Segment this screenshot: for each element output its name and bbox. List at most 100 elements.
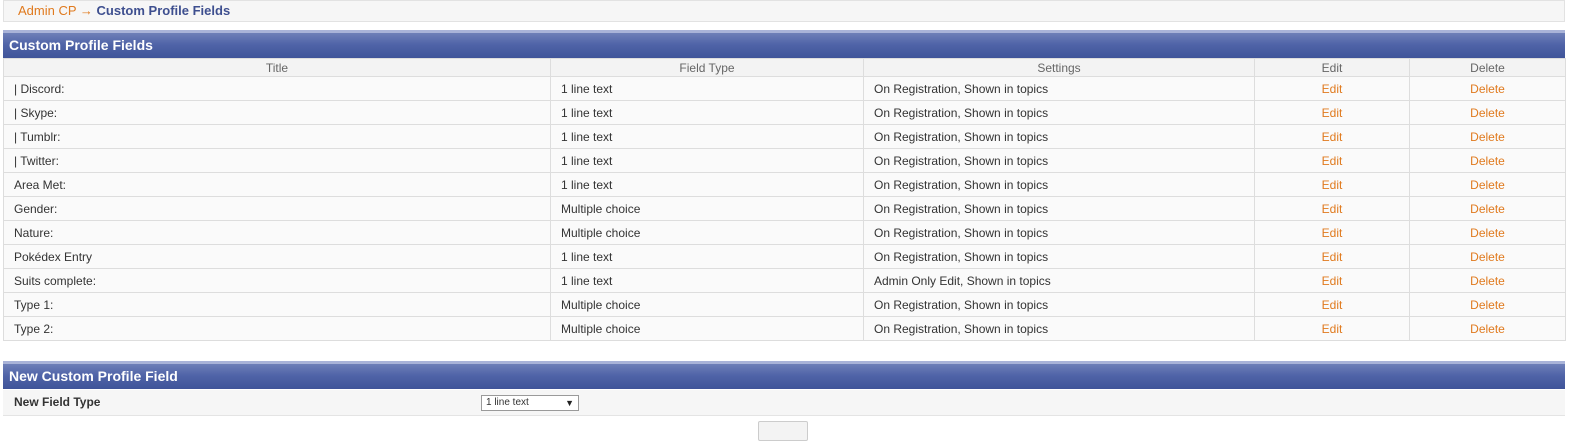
new-custom-profile-field-header: New Custom Profile Field (3, 361, 1565, 389)
edit-link[interactable]: Edit (1322, 202, 1343, 216)
field-type-cell: 1 line text (550, 100, 864, 125)
edit-link[interactable]: Edit (1322, 130, 1343, 144)
new-field-type-row: New Field Type 1 line text ▼ (3, 390, 1565, 416)
field-settings-cell: On Registration, Shown in topics (863, 220, 1255, 245)
field-title-cell: Type 1: (3, 292, 551, 317)
edit-link[interactable]: Edit (1322, 154, 1343, 168)
field-type-cell: 1 line text (550, 268, 864, 293)
field-type-cell: Multiple choice (550, 316, 864, 341)
delete-cell: Delete (1409, 172, 1566, 197)
field-title-cell: | Skype: (3, 100, 551, 125)
field-type-cell: 1 line text (550, 148, 864, 173)
field-title-cell: Gender: (3, 196, 551, 221)
edit-cell: Edit (1254, 268, 1410, 293)
new-field-type-select[interactable]: 1 line text ▼ (481, 395, 579, 411)
field-settings-cell: On Registration, Shown in topics (863, 124, 1255, 149)
delete-link[interactable]: Delete (1470, 274, 1505, 288)
column-header-delete: Delete (1409, 58, 1566, 77)
table-row: | Twitter: 1 line text On Registration, Sh… (3, 148, 1566, 173)
edit-link[interactable]: Edit (1322, 322, 1343, 336)
table-row: Type 2: Multiple choice On Registration, S… (3, 316, 1566, 341)
column-header-settings: Settings (863, 58, 1255, 77)
field-title-cell: | Discord: (3, 76, 551, 101)
table-row: | Discord: 1 line text On Registration, Sh… (3, 76, 1566, 101)
field-type-cell: 1 line text (550, 244, 864, 269)
field-type-cell: 1 line text (550, 172, 864, 197)
edit-link[interactable]: Edit (1322, 226, 1343, 240)
delete-cell: Delete (1409, 148, 1566, 173)
delete-cell: Delete (1409, 100, 1566, 125)
delete-link[interactable]: Delete (1470, 226, 1505, 240)
field-settings-cell: On Registration, Shown in topics (863, 244, 1255, 269)
delete-cell: Delete (1409, 220, 1566, 245)
table-row: Suits complete: 1 line text Admin Only Edi… (3, 268, 1566, 293)
edit-cell: Edit (1254, 220, 1410, 245)
delete-link[interactable]: Delete (1470, 154, 1505, 168)
field-title-cell: Area Met: (3, 172, 551, 197)
delete-link[interactable]: Delete (1470, 298, 1505, 312)
edit-link[interactable]: Edit (1322, 250, 1343, 264)
field-title-cell: Suits complete: (3, 268, 551, 293)
edit-link[interactable]: Edit (1322, 82, 1343, 96)
field-settings-cell: On Registration, Shown in topics (863, 292, 1255, 317)
table-header-row: Title Field Type Settings Edit Delete (3, 58, 1566, 77)
field-type-cell: Multiple choice (550, 196, 864, 221)
column-header-title: Title (3, 58, 551, 77)
field-settings-cell: Admin Only Edit, Shown in topics (863, 268, 1255, 293)
breadcrumb-admin-cp-link[interactable]: Admin CP (18, 3, 76, 18)
field-title-cell: Pokédex Entry (3, 244, 551, 269)
field-settings-cell: On Registration, Shown in topics (863, 100, 1255, 125)
delete-link[interactable]: Delete (1470, 130, 1505, 144)
column-header-edit: Edit (1254, 58, 1410, 77)
breadcrumb-current-page: Custom Profile Fields (96, 3, 231, 18)
field-title-cell: Type 2: (3, 316, 551, 341)
new-field-type-label: New Field Type (14, 395, 101, 409)
delete-link[interactable]: Delete (1470, 202, 1505, 216)
delete-cell: Delete (1409, 244, 1566, 269)
field-type-cell: Multiple choice (550, 220, 864, 245)
delete-cell: Delete (1409, 196, 1566, 221)
table-row: Area Met: 1 line text On Registration, Sho… (3, 172, 1566, 197)
field-title-cell: | Tumblr: (3, 124, 551, 149)
column-header-field-type: Field Type (550, 58, 864, 77)
table-row: Pokédex Entry 1 line text On Registration,… (3, 244, 1566, 269)
edit-cell: Edit (1254, 196, 1410, 221)
edit-cell: Edit (1254, 244, 1410, 269)
custom-profile-fields-header: Custom Profile Fields (3, 30, 1565, 58)
delete-cell: Delete (1409, 292, 1566, 317)
field-title-cell: Nature: (3, 220, 551, 245)
table-row: Gender: Multiple choice On Registration, S… (3, 196, 1566, 221)
new-field-type-select-value: 1 line text (486, 397, 529, 408)
table-row: Type 1: Multiple choice On Registration, S… (3, 292, 1566, 317)
table-row: | Tumblr: 1 line text On Registration, Sho… (3, 124, 1566, 149)
field-type-cell: 1 line text (550, 76, 864, 101)
delete-link[interactable]: Delete (1470, 322, 1505, 336)
field-settings-cell: On Registration, Shown in topics (863, 196, 1255, 221)
delete-cell: Delete (1409, 124, 1566, 149)
delete-link[interactable]: Delete (1470, 250, 1505, 264)
field-type-cell: Multiple choice (550, 292, 864, 317)
delete-link[interactable]: Delete (1470, 106, 1505, 120)
dropdown-caret-icon: ▼ (565, 398, 574, 408)
edit-link[interactable]: Edit (1322, 106, 1343, 120)
field-settings-cell: On Registration, Shown in topics (863, 76, 1255, 101)
table-row: Nature: Multiple choice On Registration, S… (3, 220, 1566, 245)
delete-link[interactable]: Delete (1470, 82, 1505, 96)
table-row: | Skype: 1 line text On Registration, Show… (3, 100, 1566, 125)
delete-link[interactable]: Delete (1470, 178, 1505, 192)
field-settings-cell: On Registration, Shown in topics (863, 316, 1255, 341)
delete-cell: Delete (1409, 316, 1566, 341)
edit-link[interactable]: Edit (1322, 298, 1343, 312)
field-title-cell: | Twitter: (3, 148, 551, 173)
edit-link[interactable]: Edit (1322, 274, 1343, 288)
submit-button[interactable] (758, 421, 808, 441)
field-type-cell: 1 line text (550, 124, 864, 149)
delete-cell: Delete (1409, 76, 1566, 101)
field-settings-cell: On Registration, Shown in topics (863, 148, 1255, 173)
custom-profile-fields-table: Title Field Type Settings Edit Delete | … (3, 58, 1566, 341)
edit-cell: Edit (1254, 148, 1410, 173)
edit-cell: Edit (1254, 316, 1410, 341)
edit-cell: Edit (1254, 292, 1410, 317)
delete-cell: Delete (1409, 268, 1566, 293)
edit-link[interactable]: Edit (1322, 178, 1343, 192)
